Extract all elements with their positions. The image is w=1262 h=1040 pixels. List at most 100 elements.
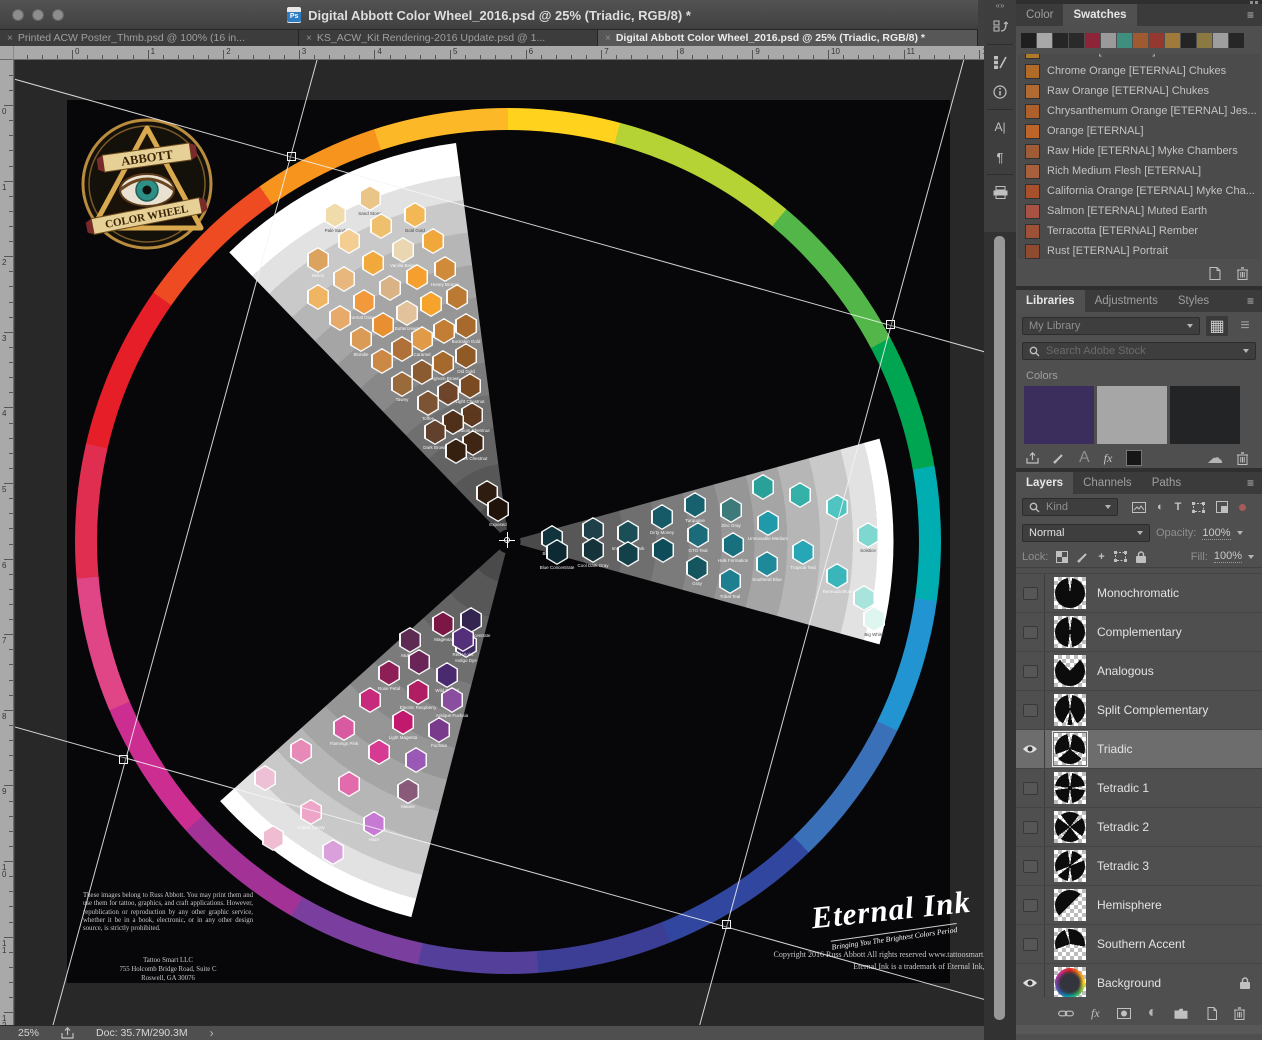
swatch-list-item[interactable]: Raw Hide [ETERNAL] Myke Chambers <box>1018 141 1260 161</box>
layer-thumbnail[interactable] <box>1053 654 1087 688</box>
transform-handle-right[interactable] <box>886 320 895 329</box>
swatch-chip[interactable] <box>1085 33 1100 48</box>
swatch-chip[interactable] <box>1037 33 1052 48</box>
layer-thumbnail[interactable] <box>1053 615 1087 649</box>
transform-reference-point[interactable] <box>499 532 515 548</box>
character-panel-icon[interactable]: A| <box>984 112 1016 142</box>
layer-row-split-complementary[interactable]: Split Complementary <box>1016 691 1262 730</box>
visibility-toggle[interactable] <box>1016 652 1045 690</box>
paragraph-panel-icon[interactable]: ¶ <box>984 142 1016 172</box>
swatch-list-item[interactable]: Chrysanthemum Orange [ETERNAL] Jes... <box>1018 101 1260 121</box>
layer-thumbnail[interactable] <box>1053 966 1087 997</box>
tab-color[interactable]: Color <box>1016 4 1063 26</box>
library-select[interactable]: My Library <box>1022 317 1200 335</box>
info-panel-icon[interactable] <box>984 77 1016 107</box>
tab-close-icon[interactable]: × <box>306 33 312 44</box>
swatch-chip[interactable] <box>1181 33 1196 48</box>
ruler-vertical[interactable]: 01234567891 01 11 2 <box>0 60 14 1025</box>
tab-libraries[interactable]: Libraries <box>1016 290 1085 312</box>
delete-swatch-icon[interactable] <box>1237 267 1248 280</box>
layer-row-southern-accent[interactable]: Southern Accent <box>1016 925 1262 964</box>
actions-panel-icon[interactable] <box>984 12 1016 42</box>
swatch-chip[interactable] <box>1197 33 1212 48</box>
document-tab[interactable]: ×Digital Abbott Color Wheel_2016.psd @ 2… <box>598 30 978 46</box>
add-text-style-icon[interactable]: A <box>1079 449 1090 467</box>
filter-toggle-icon[interactable] <box>1239 504 1246 511</box>
layer-row-complementary[interactable]: Complementary <box>1016 613 1262 652</box>
swatch-chip[interactable] <box>1229 33 1244 48</box>
swatch-chip[interactable] <box>1053 33 1068 48</box>
filter-adjustment-layers-icon[interactable]: ◐ <box>1157 501 1164 513</box>
print-panel-icon[interactable] <box>984 177 1016 207</box>
swatch-chip[interactable] <box>1117 33 1132 48</box>
visibility-toggle[interactable] <box>1016 613 1045 651</box>
transform-handle-bottom[interactable] <box>722 920 731 929</box>
layer-thumbnail[interactable] <box>1053 927 1087 961</box>
filter-type-layers-icon[interactable]: T <box>1175 501 1182 513</box>
filter-smart-objects-icon[interactable] <box>1216 501 1228 513</box>
library-color-tile[interactable] <box>1097 386 1167 444</box>
swatch-list-item[interactable]: Chrome Orange [ETERNAL] Chukes <box>1018 61 1260 81</box>
swatch-list-item[interactable]: True Gold [ETERNAL] <box>1018 54 1260 61</box>
expand-panels-icon[interactable]: «» <box>984 0 1016 12</box>
transform-handle-top[interactable] <box>287 152 296 161</box>
swatch-list-item[interactable]: Salmon [ETERNAL] Muted Earth <box>1018 201 1260 221</box>
zoom-level-field[interactable]: 25% <box>18 1027 39 1039</box>
layer-row-tetradic-3[interactable]: Tetradic 3 <box>1016 847 1262 886</box>
brush-settings-panel-icon[interactable] <box>984 47 1016 77</box>
swatch-list-item[interactable]: Terracotta [ETERNAL] Rember <box>1018 221 1260 241</box>
swatches-menu-icon[interactable]: ≡ <box>1239 4 1262 26</box>
layer-thumbnail[interactable] <box>1053 693 1087 727</box>
new-layer-icon[interactable] <box>1205 1007 1217 1020</box>
link-layers-icon[interactable] <box>1058 1009 1074 1018</box>
opacity-field[interactable]: 100% <box>1202 527 1242 540</box>
swatch-list-item[interactable]: Raw Orange [ETERNAL] Chukes <box>1018 81 1260 101</box>
add-brush-icon[interactable] <box>1053 452 1065 464</box>
layer-thumbnail[interactable] <box>1053 576 1087 610</box>
grid-view-button[interactable]: ▦ <box>1206 316 1228 336</box>
add-mask-icon[interactable] <box>1117 1008 1131 1019</box>
layer-row-monochromatic[interactable]: Monochromatic <box>1016 574 1262 613</box>
tab-layers[interactable]: Layers <box>1016 472 1073 494</box>
tab-channels[interactable]: Channels <box>1073 472 1142 494</box>
vertical-scrollbar-thumb[interactable] <box>994 236 1005 1020</box>
ruler-horizontal[interactable]: 0123456789101112 <box>0 46 984 60</box>
library-search-input[interactable]: Search Adobe Stock <box>1022 342 1256 360</box>
visibility-toggle[interactable] <box>1016 808 1045 846</box>
list-view-button[interactable]: ≡ <box>1234 316 1256 336</box>
layer-row-tetradic-2[interactable]: Tetradic 2 <box>1016 808 1262 847</box>
tab-swatches[interactable]: Swatches <box>1063 4 1136 26</box>
status-options-chevron[interactable]: › <box>210 1026 214 1040</box>
visibility-toggle[interactable] <box>1016 691 1045 729</box>
new-group-icon[interactable] <box>1174 1008 1188 1019</box>
lock-all-icon[interactable] <box>1136 551 1146 563</box>
swatch-list-item[interactable]: Rich Medium Flesh [ETERNAL] <box>1018 161 1260 181</box>
filter-shape-layers-icon[interactable] <box>1192 502 1205 513</box>
layers-menu-icon[interactable]: ≡ <box>1239 472 1262 494</box>
swatch-chip[interactable] <box>1101 33 1116 48</box>
visibility-toggle[interactable] <box>1016 769 1045 807</box>
tab-close-icon[interactable]: × <box>605 33 611 44</box>
tab-close-icon[interactable]: × <box>7 33 13 44</box>
eye-icon[interactable] <box>1016 964 1045 997</box>
layer-thumbnail[interactable] <box>1053 771 1087 805</box>
transform-handle-left[interactable] <box>119 755 128 764</box>
document-tab[interactable]: ×Printed ACW Poster_Thmb.psd @ 100% (16 … <box>0 30 299 46</box>
layer-thumbnail[interactable] <box>1053 888 1087 922</box>
tab-styles[interactable]: Styles <box>1168 290 1219 312</box>
swatch-chip[interactable] <box>1133 33 1148 48</box>
fill-field[interactable]: 100% <box>1214 550 1254 563</box>
visibility-toggle[interactable] <box>1016 847 1045 885</box>
lock-artboard-icon[interactable] <box>1114 551 1127 562</box>
sync-library-icon[interactable] <box>1026 452 1039 464</box>
visibility-toggle[interactable] <box>1016 574 1045 612</box>
layer-thumbnail[interactable] <box>1053 810 1087 844</box>
layer-row-hemisphere[interactable]: Hemisphere <box>1016 886 1262 925</box>
lock-paint-icon[interactable] <box>1077 551 1089 563</box>
swatch-list-item[interactable]: Rust [ETERNAL] Portrait <box>1018 241 1260 259</box>
new-swatch-icon[interactable] <box>1209 267 1221 280</box>
filter-pixel-layers-icon[interactable] <box>1132 502 1146 513</box>
library-color-tile[interactable] <box>1170 386 1240 444</box>
foreground-color-chip[interactable] <box>1126 450 1142 466</box>
ruler-origin-corner[interactable] <box>0 46 14 60</box>
